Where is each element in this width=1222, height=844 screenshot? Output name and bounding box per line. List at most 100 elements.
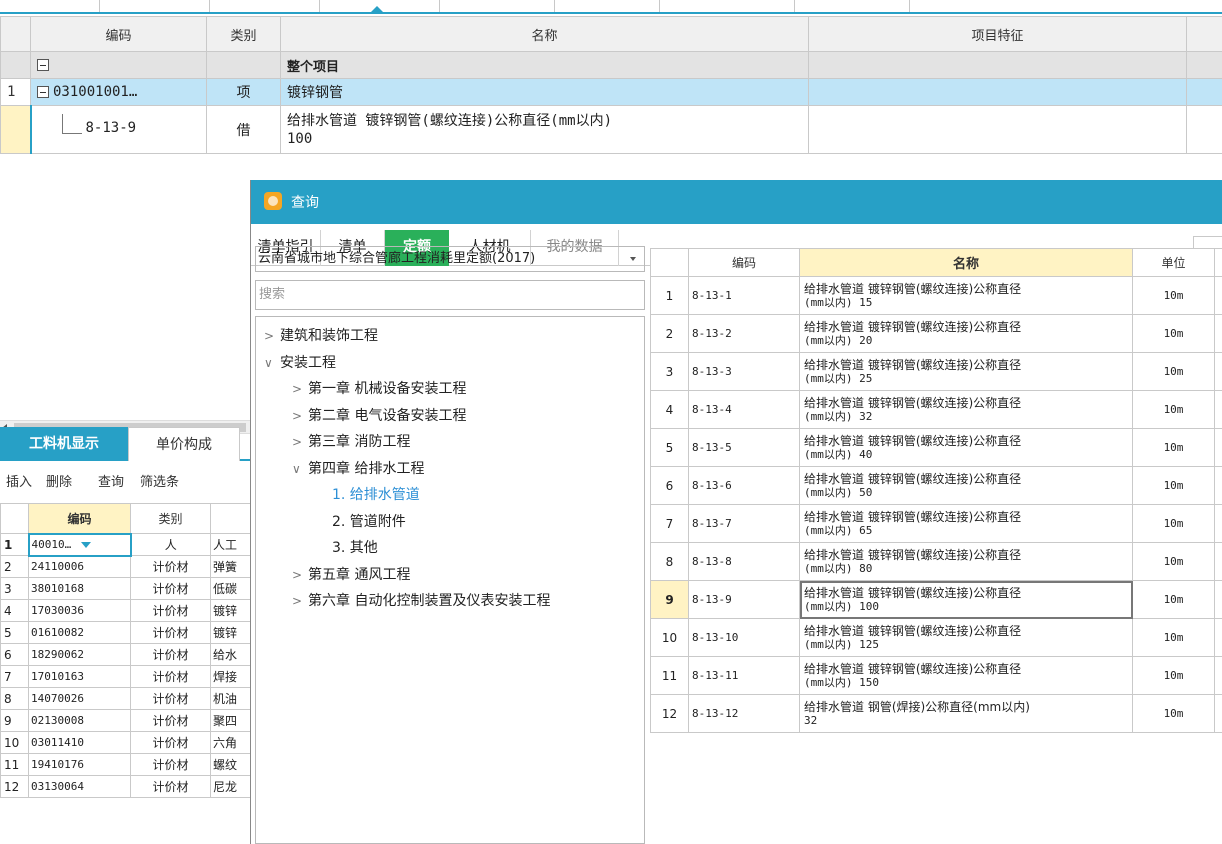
table-row[interactable]: 2 8-13-2 给排水管道 镀锌钢管(螺纹连接)公称直径 (mm以内) 20 10m	[650, 314, 1222, 353]
quota-name[interactable]: 给排水管道 镀锌钢管(螺纹连接)公称直径 (mm以内) 15	[799, 276, 1133, 315]
resource-code[interactable]: 18290062	[28, 643, 131, 666]
resource-code[interactable]: 14070026	[28, 687, 131, 710]
chevron-right-icon[interactable]: >	[292, 594, 304, 608]
table-row[interactable]: 1 8-13-1 给排水管道 镀锌钢管(螺纹连接)公称直径 (mm以内) 15 10m	[650, 276, 1222, 315]
resource-code[interactable]: 24110006	[28, 555, 131, 578]
col-header-unit[interactable]: 单位	[1132, 248, 1215, 277]
table-row[interactable]: 5 01610082 计价材 镀锌	[0, 621, 251, 644]
table-row[interactable]: 3 38010168 计价材 低碳	[0, 577, 251, 600]
col-header-code[interactable]: 编码	[28, 503, 131, 534]
chevron-right-icon[interactable]: >	[264, 329, 276, 343]
project-row[interactable]: 整个项目	[0, 51, 1222, 79]
col-header-code[interactable]: 编码	[688, 248, 800, 277]
resource-code[interactable]: 40010…	[27, 532, 132, 557]
chevron-down-icon[interactable]: ∨	[264, 356, 276, 370]
insert-button[interactable]: 插入	[6, 471, 32, 490]
tab-labor-material[interactable]: 工料机显示	[0, 427, 128, 461]
table-row[interactable]: 4 8-13-4 给排水管道 镀锌钢管(螺纹连接)公称直径 (mm以内) 32 10m	[650, 390, 1222, 429]
table-row[interactable]: 8 14070026 计价材 机油	[0, 687, 251, 710]
tab-unit-price[interactable]: 单价构成	[128, 427, 240, 461]
chevron-right-icon[interactable]: >	[292, 568, 304, 582]
tree-node[interactable]: > 建筑和装饰工程	[264, 325, 378, 345]
table-row[interactable]: 11 8-13-11 给排水管道 镀锌钢管(螺纹连接)公称直径 (mm以内) 150 1…	[650, 656, 1222, 695]
table-row[interactable]: 7 8-13-7 给排水管道 镀锌钢管(螺纹连接)公称直径 (mm以内) 65 10m	[650, 504, 1222, 543]
table-row[interactable]: 11 19410176 计价材 螺纹	[0, 753, 251, 776]
top-tab[interactable]	[660, 0, 795, 12]
table-row[interactable]: 1 40010… 人人工	[0, 532, 251, 557]
table-row[interactable]: 2 24110006 计价材 弹簧	[0, 555, 251, 578]
tree-node[interactable]: > 第二章 电气设备安装工程	[292, 405, 466, 425]
delete-button[interactable]: 删除	[46, 471, 72, 490]
chevron-right-icon[interactable]: >	[292, 382, 304, 396]
table-row[interactable]: 12 03130064 计价材 尼龙	[0, 775, 251, 798]
top-tab[interactable]	[440, 0, 555, 12]
quota-name[interactable]: 给排水管道 镀锌钢管(螺纹连接)公称直径 (mm以内) 80	[799, 542, 1133, 581]
chevron-right-icon[interactable]: >	[292, 409, 304, 423]
chevron-down-icon[interactable]: ∨	[292, 462, 304, 476]
resource-code[interactable]: 17030036	[28, 599, 131, 622]
col-header-type[interactable]: 类别	[130, 503, 211, 534]
tree-node[interactable]: ∨ 第四章 给排水工程	[292, 458, 424, 478]
table-row[interactable]: 6 8-13-6 给排水管道 镀锌钢管(螺纹连接)公称直径 (mm以内) 50 10m	[650, 466, 1222, 505]
quota-name[interactable]: 给排水管道 钢管(焊接)公称直径(mm以内) 32	[799, 694, 1133, 733]
col-header-code[interactable]: 编码	[30, 16, 207, 52]
quota-name[interactable]: 给排水管道 镀锌钢管(螺纹连接)公称直径 (mm以内) 50	[799, 466, 1133, 505]
collapse-icon[interactable]	[37, 86, 49, 98]
dialog-titlebar[interactable]: 查询	[251, 180, 1222, 224]
col-header-name[interactable]: 名称	[799, 248, 1133, 277]
bill-row-selected[interactable]: 1 031001001… 项 镀锌钢管	[0, 78, 1222, 106]
collapse-icon[interactable]	[37, 59, 49, 71]
tree-node[interactable]: 2. 管道附件	[332, 511, 406, 531]
table-row[interactable]: 4 17030036 计价材 镀锌	[0, 599, 251, 622]
table-row[interactable]: 9 02130008 计价材 聚四	[0, 709, 251, 732]
tree-node[interactable]: 3. 其他	[332, 537, 378, 557]
resource-code[interactable]: 01610082	[28, 621, 131, 644]
top-tab[interactable]	[555, 0, 660, 12]
resource-code[interactable]: 03011410	[28, 731, 131, 754]
resource-code[interactable]: 02130008	[28, 709, 131, 732]
quota-library-select[interactable]: 云南省城市地下综合管廊工程消耗里定额(2017)	[255, 246, 645, 272]
table-row[interactable]: 10 8-13-10 给排水管道 镀锌钢管(螺纹连接)公称直径 (mm以内) 125 1…	[650, 618, 1222, 657]
resource-code[interactable]: 03130064	[28, 775, 131, 798]
quota-type: 借	[206, 105, 281, 154]
resource-code[interactable]: 17010163	[28, 665, 131, 688]
search-input[interactable]: 搜索	[255, 280, 645, 310]
table-row[interactable]: 7 17010163 计价材 焊接	[0, 665, 251, 688]
table-row[interactable]: 10 03011410 计价材 六角	[0, 731, 251, 754]
top-tab[interactable]	[100, 0, 210, 12]
table-row[interactable]: 12 8-13-12 给排水管道 钢管(焊接)公称直径(mm以内) 32 10m	[650, 694, 1222, 733]
quota-name[interactable]: 给排水管道 镀锌钢管(螺纹连接)公称直径 (mm以内) 20	[799, 314, 1133, 353]
col-header-name[interactable]: 名称	[280, 16, 809, 52]
table-row[interactable]: 8 8-13-8 给排水管道 镀锌钢管(螺纹连接)公称直径 (mm以内) 80 10m	[650, 542, 1222, 581]
tree-node[interactable]: > 第一章 机械设备安装工程	[292, 378, 466, 398]
table-row[interactable]: 9 8-13-9 给排水管道 镀锌钢管(螺纹连接)公称直径 (mm以内) 100 10m	[650, 580, 1222, 619]
table-row[interactable]: 3 8-13-3 给排水管道 镀锌钢管(螺纹连接)公称直径 (mm以内) 25 10m	[650, 352, 1222, 391]
quota-name[interactable]: 给排水管道 镀锌钢管(螺纹连接)公称直径 (mm以内) 150	[799, 656, 1133, 695]
top-tab[interactable]	[0, 0, 100, 12]
chevron-right-icon[interactable]: >	[292, 435, 304, 449]
top-tab[interactable]	[795, 0, 910, 12]
quota-row[interactable]: 8-13-9 借 给排水管道 镀锌钢管(螺纹连接)公称直径(mm以内) 100	[0, 105, 1222, 154]
query-button[interactable]: 查询	[98, 471, 124, 490]
top-tab[interactable]	[210, 0, 320, 12]
quota-name[interactable]: 给排水管道 镀锌钢管(螺纹连接)公称直径 (mm以内) 65	[799, 504, 1133, 543]
tree-node[interactable]: ∨ 安装工程	[264, 352, 336, 372]
col-header-type[interactable]: 类别	[206, 16, 281, 52]
dropdown-arrow-icon[interactable]	[81, 542, 92, 548]
col-header-feature[interactable]: 项目特征	[808, 16, 1187, 52]
quota-name[interactable]: 给排水管道 镀锌钢管(螺纹连接)公称直径 (mm以内) 25	[799, 352, 1133, 391]
tree-node[interactable]: > 第六章 自动化控制装置及仪表安装工程	[292, 590, 550, 610]
table-row[interactable]: 6 18290062 计价材 给水	[0, 643, 251, 666]
tree-node[interactable]: > 第五章 通风工程	[292, 564, 410, 584]
tree-node[interactable]: 1. 给排水管道	[332, 484, 420, 504]
quota-name[interactable]: 给排水管道 镀锌钢管(螺纹连接)公称直径 (mm以内) 32	[799, 390, 1133, 429]
resource-code[interactable]: 19410176	[28, 753, 131, 776]
table-row[interactable]: 5 8-13-5 给排水管道 镀锌钢管(螺纹连接)公称直径 (mm以内) 40 10m	[650, 428, 1222, 467]
quota-name[interactable]: 给排水管道 镀锌钢管(螺纹连接)公称直径 (mm以内) 40	[799, 428, 1133, 467]
resource-code[interactable]: 38010168	[28, 577, 131, 600]
quota-name[interactable]: 给排水管道 镀锌钢管(螺纹连接)公称直径 (mm以内) 100	[799, 580, 1133, 619]
quota-name[interactable]: 给排水管道 镀锌钢管(螺纹连接)公称直径 (mm以内) 125	[799, 618, 1133, 657]
row-index: 7	[0, 665, 29, 688]
tree-node[interactable]: > 第三章 消防工程	[292, 431, 410, 451]
filter-button[interactable]: 筛选条	[140, 471, 179, 490]
